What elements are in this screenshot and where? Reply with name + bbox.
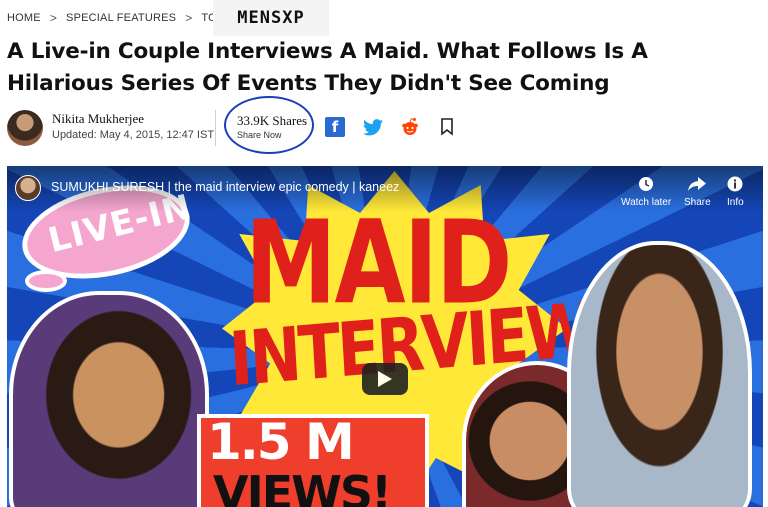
thumbnail-person-right — [567, 241, 752, 507]
thumbnail-person-left — [9, 291, 209, 507]
updated-date: Updated: May 4, 2015, 12:47 IST — [52, 129, 215, 141]
chevron-right-icon: > — [185, 11, 193, 25]
breadcrumb-special-features[interactable]: SPECIAL FEATURES — [66, 12, 176, 24]
video-embed[interactable]: LIVE-IN MAID INTERVIEW 1.5 M VIEWS! SUMU… — [7, 166, 763, 507]
breadcrumb-home[interactable]: HOME — [7, 12, 41, 24]
share-button[interactable]: Share — [684, 176, 711, 208]
clock-icon — [638, 176, 654, 192]
watch-later-label: Watch later — [621, 197, 672, 208]
author-name[interactable]: Nikita Mukherjee — [52, 111, 144, 127]
share-now-label[interactable]: Share Now — [237, 130, 282, 140]
site-logo[interactable]: MENSXP — [213, 0, 329, 36]
chevron-right-icon: > — [49, 11, 58, 25]
shares-count[interactable]: 33.9K Shares — [237, 113, 307, 129]
channel-avatar[interactable] — [15, 175, 41, 201]
reddit-icon[interactable] — [400, 117, 420, 137]
twitter-icon[interactable] — [363, 117, 383, 137]
article-headline: A Live-in Couple Interviews A Maid. What… — [7, 39, 648, 96]
breadcrumb: HOME > SPECIAL FEATURES > TODAY — [7, 0, 239, 36]
byline: Nikita Mukherjee Updated: May 4, 2015, 1… — [7, 96, 767, 154]
video-title[interactable]: SUMUKHI SURESH | the maid interview epic… — [51, 180, 399, 194]
share-label: Share — [684, 197, 711, 208]
thumbnail-views-number: 1.5 M — [207, 413, 355, 471]
play-button[interactable] — [362, 363, 408, 395]
byline-divider — [215, 110, 216, 146]
author-avatar[interactable] — [7, 110, 43, 146]
share-arrow-icon — [688, 176, 707, 192]
watch-later-button[interactable]: Watch later — [621, 176, 671, 208]
logo-text: MENSXP — [237, 8, 305, 28]
thumbnail-views-word: VIEWS! — [213, 466, 392, 507]
facebook-icon[interactable]: f — [325, 117, 345, 137]
info-button[interactable]: Info — [727, 176, 744, 208]
thumbnail-speech-bubble-tail — [25, 270, 67, 292]
bookmark-icon[interactable] — [437, 117, 457, 137]
info-icon — [727, 176, 743, 192]
info-label: Info — [727, 197, 744, 208]
play-icon — [378, 371, 392, 387]
